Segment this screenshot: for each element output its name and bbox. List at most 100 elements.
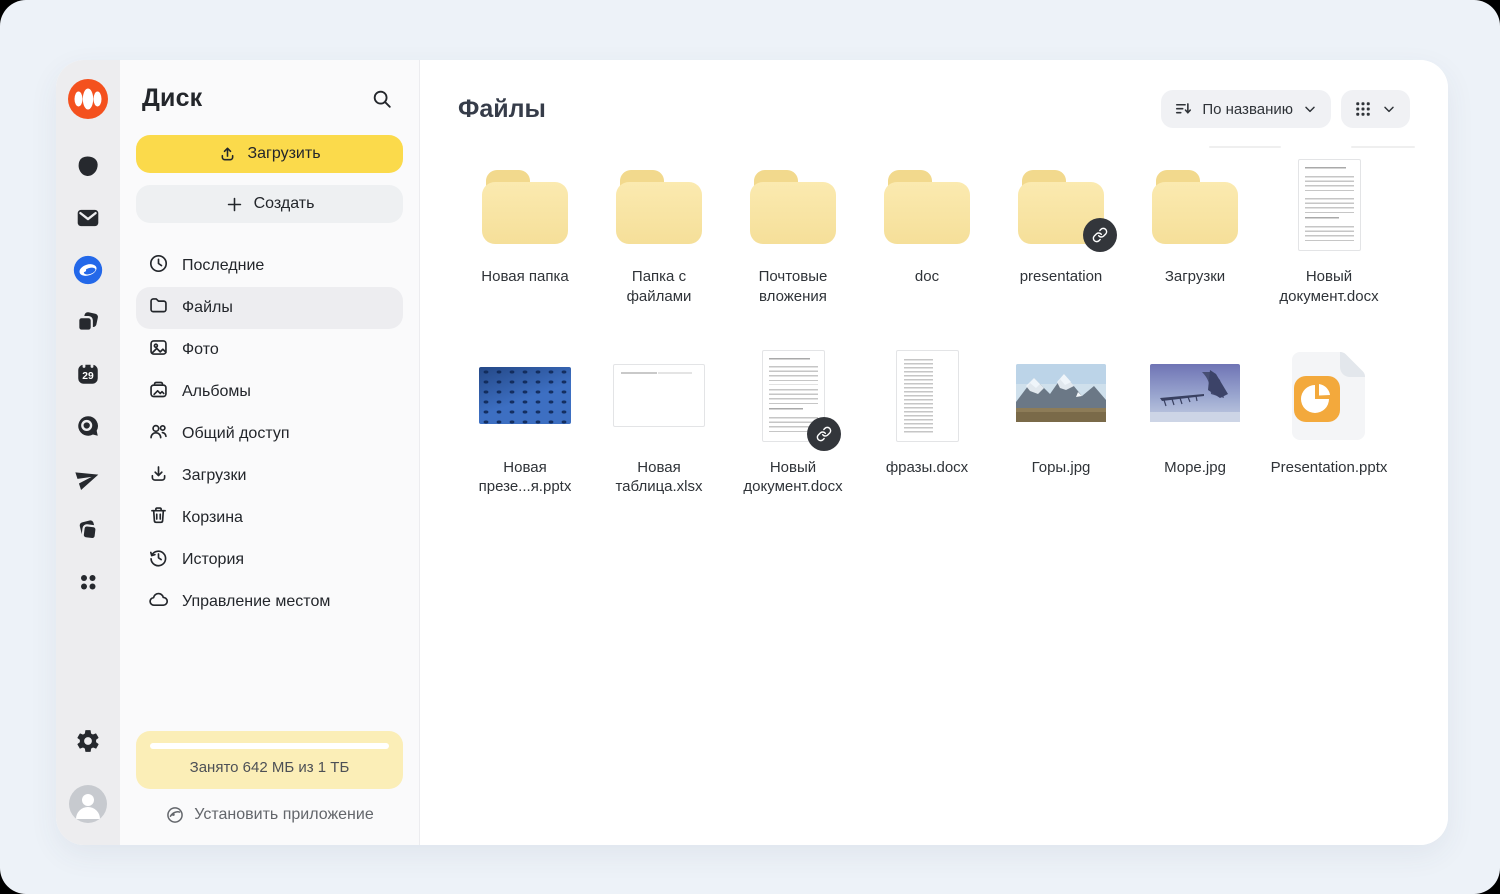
sidebar-item-label: История [182, 551, 245, 568]
file-item[interactable]: Море.jpg [1128, 347, 1262, 498]
file-item[interactable]: Почтовые вложения [726, 156, 860, 307]
all-apps-icon[interactable] [73, 567, 103, 597]
upload-icon [222, 147, 234, 160]
view-mode-button[interactable] [1341, 90, 1410, 128]
file-item[interactable]: Новый документ.docx [726, 347, 860, 498]
sidebar-item-space[interactable]: Управление местом [136, 581, 403, 623]
page-title: Файлы [458, 94, 546, 123]
sidebar-item-label: Управление местом [182, 593, 331, 610]
upload-button-label: Загрузить [247, 145, 321, 162]
file-thumbnail [465, 347, 585, 445]
create-button[interactable]: Создать [136, 185, 403, 223]
disk-sidebar: Диск Загрузить Создать Последние Файлы Ф… [120, 60, 420, 845]
sidebar-item-photos[interactable]: Фото [136, 329, 403, 371]
sidebar-item-trash[interactable]: Корзина [136, 497, 403, 539]
file-item[interactable]: Загрузки [1128, 156, 1262, 307]
file-item[interactable]: Presentation.pptx [1262, 347, 1396, 498]
sidebar-item-files[interactable]: Файлы [136, 287, 403, 329]
file-name: Папка с файлами [626, 268, 692, 305]
storage-progress-bar [150, 743, 389, 749]
photo-thumbnail [1016, 364, 1106, 427]
sidebar-item-albums[interactable]: Альбомы [136, 371, 403, 413]
folder-icon [750, 170, 836, 244]
file-item[interactable]: Горы.jpg [994, 347, 1128, 498]
file-name: Загрузки [1164, 268, 1226, 285]
file-name: Новый документ.docx [743, 458, 843, 496]
pptx-file-icon [1292, 351, 1366, 440]
file-name: Новая таблица.xlsx [615, 458, 703, 496]
spreadsheet-thumbnail [613, 364, 705, 428]
document-thumbnail [1297, 159, 1361, 251]
folder-icon [1152, 170, 1238, 244]
dropdown-shadow [1209, 146, 1281, 148]
sidebar-item-downloads[interactable]: Загрузки [136, 455, 403, 497]
presentation-slide-thumbnail [479, 367, 571, 425]
file-item[interactable]: Новая папка [458, 156, 592, 307]
file-item[interactable]: doc [860, 156, 994, 307]
file-thumbnail [867, 156, 987, 254]
chevron-down-icon [1305, 106, 1315, 113]
alice-icon[interactable] [73, 151, 103, 181]
file-name: doc [914, 268, 940, 285]
file-name: Море.jpg [1164, 458, 1226, 476]
sidebar-item-history[interactable]: История [136, 539, 403, 581]
mail-icon[interactable] [73, 203, 103, 233]
file-thumbnail [465, 156, 585, 254]
user-avatar[interactable] [69, 785, 107, 823]
document-thumbnail [895, 349, 959, 442]
file-item[interactable]: Папка с файлами [592, 156, 726, 307]
sidebar-item-label: Общий доступ [182, 425, 290, 442]
yandex-id-logo-icon[interactable] [67, 78, 109, 120]
folder-icon [482, 170, 568, 244]
folder-icon [616, 170, 702, 244]
sidebar-item-shared[interactable]: Общий доступ [136, 413, 403, 455]
sidebar-menu: Последние Файлы Фото Альбомы Общий досту… [136, 245, 403, 623]
disk-outline-icon [167, 807, 184, 823]
file-item[interactable]: Новая презе...я.pptx [458, 347, 592, 498]
search-icon[interactable] [369, 86, 395, 112]
calendar-day-number: 29 [82, 371, 94, 382]
shared-link-badge[interactable] [1083, 218, 1117, 252]
chevron-down-icon [1384, 106, 1394, 113]
file-name: Почтовые вложения [758, 268, 828, 305]
settings-gear-icon[interactable] [73, 726, 103, 756]
sort-button-label: По названию [1202, 100, 1293, 118]
file-grid: Новая папка Папка с файлами Почтовые вло… [458, 156, 1448, 497]
sidebar-item-label: Фото [182, 341, 219, 358]
file-item[interactable]: Новый документ.docx [1262, 156, 1396, 307]
disk-icon-active[interactable] [73, 255, 103, 285]
link-icon [1092, 227, 1108, 243]
file-name: Новая папка [481, 268, 569, 285]
people-icon [148, 421, 169, 447]
file-item[interactable]: Новая таблица.xlsx [592, 347, 726, 498]
albums-icon [148, 379, 169, 405]
sidebar-item-label: Альбомы [182, 383, 251, 400]
grid-view-icon [1356, 102, 1370, 116]
photo-thumbnail [1150, 364, 1240, 427]
history-icon [148, 547, 169, 573]
file-thumbnail [733, 347, 853, 451]
file-name: фразы.docx [885, 458, 969, 476]
upload-button[interactable]: Загрузить [136, 135, 403, 173]
photo-icon [148, 337, 169, 363]
install-app-label: Установить приложение [194, 806, 374, 823]
sidebar-item-label: Корзина [182, 509, 243, 526]
file-item[interactable]: фразы.docx [860, 347, 994, 498]
shared-link-badge[interactable] [807, 416, 841, 451]
sort-icon [1176, 102, 1192, 114]
file-thumbnail [733, 156, 853, 254]
documents-icon[interactable] [73, 307, 103, 337]
file-thumbnail [1135, 156, 1255, 254]
install-app-link[interactable]: Установить приложение [136, 805, 403, 825]
messenger-icon[interactable] [73, 411, 103, 441]
storage-widget[interactable]: Занято 642 МБ из 1 ТБ [136, 731, 403, 789]
sort-button[interactable]: По названию [1161, 90, 1331, 128]
sidebar-item-recent[interactable]: Последние [136, 245, 403, 287]
storage-text: Занято 642 МБ из 1 ТБ [189, 759, 350, 776]
calendar-icon[interactable]: 29 [73, 359, 103, 389]
sidebar-title: Диск [142, 84, 203, 112]
send-icon[interactable] [73, 463, 103, 493]
file-item[interactable]: presentation [994, 156, 1128, 307]
notes-icon[interactable] [73, 515, 103, 545]
file-thumbnail [1135, 347, 1255, 445]
